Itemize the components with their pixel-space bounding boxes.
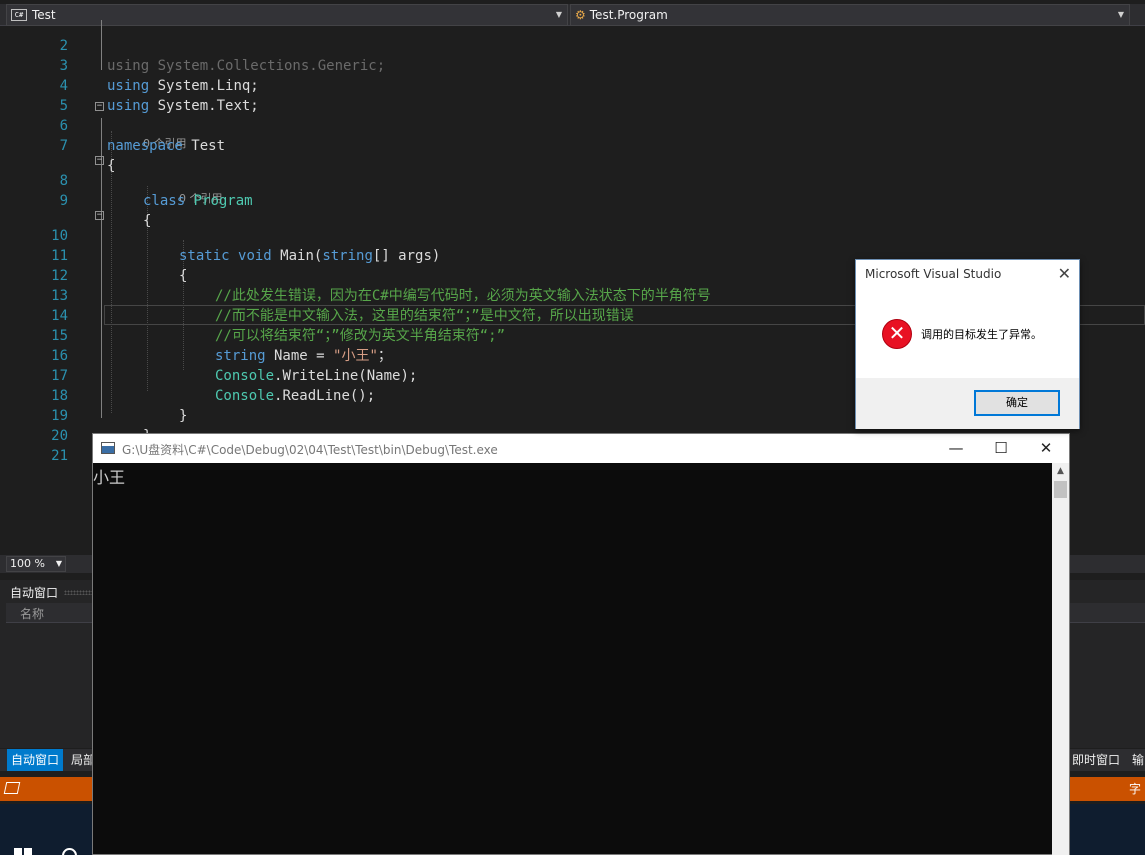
panel-grip[interactable] — [64, 590, 94, 595]
ok-button[interactable]: 确定 — [974, 390, 1060, 416]
dialog-footer: 确定 — [856, 378, 1079, 429]
code-line: 10 static void Main(string[] args) — [51, 228, 441, 264]
name-column: 名称 — [20, 607, 45, 621]
close-icon[interactable]: ✕ — [1058, 264, 1071, 283]
console-icon — [101, 442, 115, 454]
code-line: 3 using System.Linq; — [59, 58, 259, 94]
console-title-bar[interactable]: G:\U盘资料\C#\Code\Debug\02\04\Test\Test\bi… — [93, 434, 1069, 463]
vs-desktop: C# Test ▼ ⚙ Test.Program ▼ − − − 0 个引用 0… — [0, 0, 1145, 855]
code-line: 6 namespace Test — [59, 118, 226, 154]
status-text: 字 — [1128, 782, 1141, 796]
autos-window-title: 自动窗口 — [10, 586, 59, 600]
scroll-up-icon[interactable]: ▲ — [1052, 463, 1069, 480]
status-icon — [3, 782, 21, 794]
error-icon: ✕ — [882, 319, 912, 349]
minimize-button[interactable]: — — [933, 436, 979, 460]
scroll-thumb[interactable] — [1054, 481, 1067, 498]
code-line: 9 { — [59, 193, 152, 229]
console-window[interactable]: G:\U盘资料\C#\Code\Debug\02\04\Test\Test\bi… — [92, 433, 1070, 855]
code-line: 5 — [59, 98, 68, 114]
windows-start-icon[interactable] — [14, 848, 32, 855]
code-line: 7 { — [59, 138, 116, 174]
dialog-title: Microsoft Visual Studio — [865, 267, 1002, 281]
error-dialog: Microsoft Visual Studio ✕ ✕ 调用的目标发生了异常。 … — [855, 259, 1080, 429]
console-scrollbar[interactable]: ▲ — [1052, 463, 1069, 855]
console-output: 小王 — [93, 468, 126, 487]
maximize-button[interactable]: ☐ — [978, 436, 1024, 460]
chevron-down-icon: ▼ — [55, 559, 62, 568]
tab-output[interactable]: 输 — [1128, 749, 1145, 771]
code-line: 8 class Program — [59, 173, 253, 209]
tab-autos[interactable]: 自动窗口 — [7, 749, 64, 771]
tab-immediate[interactable]: 即时窗口 — [1068, 749, 1124, 771]
dialog-message: 调用的目标发生了异常。 — [921, 328, 1042, 341]
zoom-dropdown[interactable]: 100 % ▼ — [6, 556, 66, 572]
code-line: 4 using System.Text; — [59, 78, 259, 114]
code-line: 11 { — [51, 248, 188, 284]
code-line: 2 using System.Collections.Generic; — [59, 38, 386, 74]
close-button[interactable]: ✕ — [1023, 436, 1069, 460]
console-path: G:\U盘资料\C#\Code\Debug\02\04\Test\Test\bi… — [122, 443, 498, 457]
search-icon[interactable] — [62, 848, 77, 855]
